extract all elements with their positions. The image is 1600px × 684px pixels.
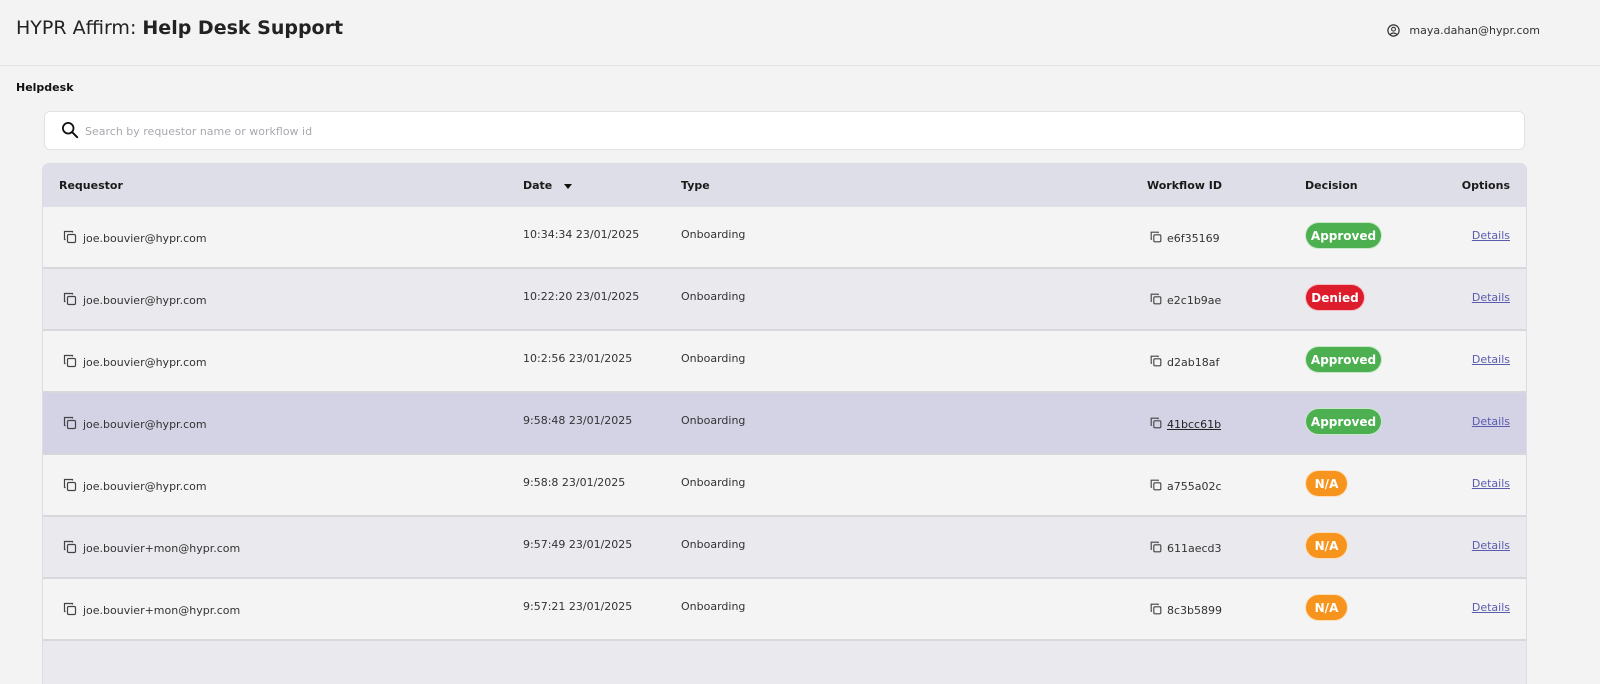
copy-icon[interactable] [1149, 292, 1163, 309]
page-title: Help Desk Support [142, 17, 344, 39]
date-cell: 9:58:48 23/01/2025 [523, 414, 633, 427]
copy-icon[interactable] [1149, 478, 1163, 495]
top-bar: HYPR Affirm: Help Desk Support maya.daha… [0, 0, 1600, 66]
status-badge: N/A [1305, 594, 1348, 621]
copy-icon[interactable] [62, 477, 78, 496]
status-badge: Approved [1305, 222, 1382, 249]
user-email: maya.dahan@hypr.com [1409, 24, 1540, 37]
table-row[interactable]: joe.bouvier@hypr.com 9:58:8 23/01/2025 O… [43, 455, 1526, 517]
requestor-email: joe.bouvier@hypr.com [83, 232, 207, 245]
copy-icon[interactable] [1149, 540, 1163, 557]
column-header-requestor: Requestor [59, 179, 123, 192]
workflow-id-cell: 8c3b5899 [1149, 602, 1222, 619]
requestor-email: joe.bouvier@hypr.com [83, 480, 207, 493]
workflow-id-cell: e2c1b9ae [1149, 292, 1221, 309]
status-badge: Approved [1305, 408, 1382, 435]
requests-table: Requestor Date Type Workflow ID Decision… [43, 164, 1526, 684]
type-cell: Onboarding [681, 228, 746, 241]
details-link[interactable]: Details [1472, 477, 1510, 490]
type-cell: Onboarding [681, 352, 746, 365]
status-badge: N/A [1305, 470, 1348, 497]
requestor-cell: joe.bouvier@hypr.com [62, 353, 207, 372]
workflow-id: 8c3b5899 [1167, 604, 1223, 617]
details-link[interactable]: Details [1472, 601, 1510, 614]
workflow-id-cell: 41bcc61b [1149, 416, 1221, 433]
column-header-options: Options [1461, 179, 1510, 192]
requestor-cell: joe.bouvier+mon@hypr.com [62, 539, 240, 558]
copy-icon[interactable] [1149, 354, 1163, 371]
copy-icon[interactable] [62, 539, 78, 558]
date-cell: 10:34:34 23/01/2025 [523, 228, 640, 241]
search-input[interactable] [85, 120, 1485, 142]
requestor-cell: joe.bouvier@hypr.com [62, 229, 207, 248]
workflow-id-cell: 611aecd3 [1149, 540, 1222, 557]
caret-down-icon[interactable] [564, 179, 573, 192]
details-link[interactable]: Details [1472, 539, 1510, 552]
table-row[interactable]: joe.bouvier@hypr.com 10:34:34 23/01/2025… [43, 207, 1526, 269]
column-header-decision: Decision [1305, 179, 1358, 192]
workflow-id: a755a02c [1167, 480, 1222, 493]
user-circle-icon [1387, 24, 1401, 37]
requestor-email: joe.bouvier@hypr.com [83, 418, 207, 431]
workflow-id[interactable]: 41bcc61b [1167, 418, 1221, 431]
type-cell: Onboarding [681, 290, 746, 303]
copy-icon[interactable] [1149, 230, 1163, 247]
type-cell: Onboarding [681, 538, 746, 551]
workflow-id-cell: a755a02c [1149, 478, 1222, 495]
workflow-id-cell: d2ab18af [1149, 354, 1219, 371]
copy-icon[interactable] [1149, 416, 1163, 433]
copy-icon[interactable] [62, 601, 78, 620]
column-header-date[interactable]: Date [523, 179, 573, 193]
copy-icon[interactable] [62, 415, 78, 434]
date-cell: 10:22:20 23/01/2025 [523, 290, 640, 303]
copy-icon[interactable] [62, 229, 78, 248]
date-cell: 10:2:56 23/01/2025 [523, 352, 633, 365]
requestor-cell: joe.bouvier@hypr.com [62, 477, 207, 496]
requestor-email: joe.bouvier+mon@hypr.com [83, 542, 241, 555]
type-cell: Onboarding [681, 476, 746, 489]
table-header: Requestor Date Type Workflow ID Decision… [43, 164, 1526, 207]
table-row[interactable]: joe.bouvier@hypr.com 10:2:56 23/01/2025 … [43, 331, 1526, 393]
copy-icon[interactable] [62, 291, 78, 310]
details-link[interactable]: Details [1472, 353, 1510, 366]
search-icon [61, 121, 79, 143]
copy-icon[interactable] [62, 353, 78, 372]
workflow-id: e6f35169 [1167, 232, 1220, 245]
requestor-email: joe.bouvier@hypr.com [83, 356, 207, 369]
date-cell: 9:58:8 23/01/2025 [523, 476, 626, 489]
table-row[interactable]: joe.bouvier+mon@hypr.com 9:57:49 23/01/2… [43, 517, 1526, 579]
column-header-workflow-id: Workflow ID [1147, 179, 1222, 192]
column-header-type: Type [681, 179, 710, 192]
workflow-id: e2c1b9ae [1167, 294, 1222, 307]
table-row[interactable]: joe.bouvier@hypr.com 9:58:48 23/01/2025 … [43, 393, 1526, 455]
section-label: Helpdesk [16, 81, 74, 94]
details-link[interactable]: Details [1472, 291, 1510, 304]
table-row[interactable] [43, 641, 1526, 684]
type-cell: Onboarding [681, 600, 746, 613]
status-badge: Denied [1305, 284, 1365, 311]
date-cell: 9:57:21 23/01/2025 [523, 600, 633, 613]
status-badge: N/A [1305, 532, 1348, 559]
app-title: HYPR Affirm: Help Desk Support [16, 17, 343, 39]
workflow-id: d2ab18af [1167, 356, 1220, 369]
details-link[interactable]: Details [1472, 415, 1510, 428]
requestor-email: joe.bouvier+mon@hypr.com [83, 604, 241, 617]
details-link[interactable]: Details [1472, 229, 1510, 242]
table-row[interactable]: joe.bouvier@hypr.com 10:22:20 23/01/2025… [43, 269, 1526, 331]
requestor-cell: joe.bouvier@hypr.com [62, 415, 207, 434]
search-bar [44, 111, 1525, 150]
workflow-id-cell: e6f35169 [1149, 230, 1220, 247]
type-cell: Onboarding [681, 414, 746, 427]
column-header-date-label: Date [523, 179, 553, 192]
requestor-email: joe.bouvier@hypr.com [83, 294, 207, 307]
workflow-id: 611aecd3 [1167, 542, 1222, 555]
status-badge: Approved [1305, 346, 1382, 373]
requestor-cell: joe.bouvier+mon@hypr.com [62, 601, 240, 620]
app-name: HYPR Affirm: [16, 17, 137, 39]
table-row[interactable]: joe.bouvier+mon@hypr.com 9:57:21 23/01/2… [43, 579, 1526, 641]
user-menu[interactable]: maya.dahan@hypr.com [1387, 24, 1540, 37]
requestor-cell: joe.bouvier@hypr.com [62, 291, 207, 310]
copy-icon[interactable] [1149, 602, 1163, 619]
date-cell: 9:57:49 23/01/2025 [523, 538, 633, 551]
